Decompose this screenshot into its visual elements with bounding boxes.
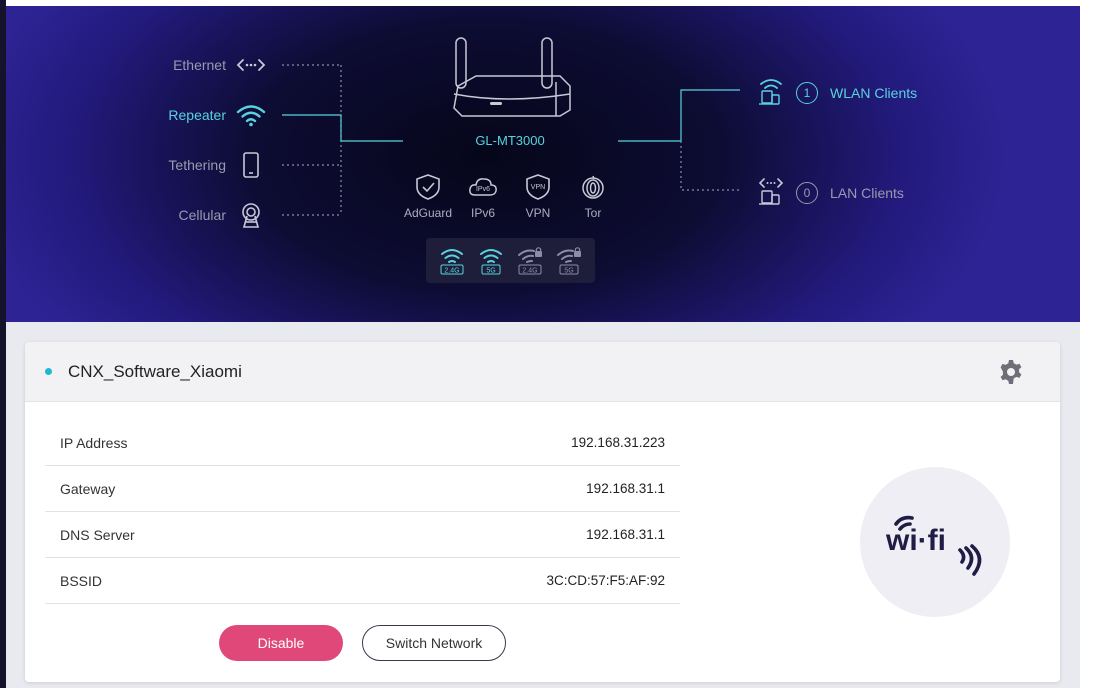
wifi-band-icon: 5G: [479, 248, 502, 274]
wan-cellular[interactable]: Cellular: [126, 200, 266, 230]
detail-value: 3C:CD:57:F5:AF:92: [546, 573, 665, 588]
wan-ethernet[interactable]: Ethernet: [126, 50, 266, 80]
detail-row-gateway: Gateway 192.168.31.1: [45, 466, 680, 512]
connection-status-dot: [45, 368, 52, 375]
disable-button[interactable]: Disable: [219, 625, 343, 661]
band-2-4g-off[interactable]: 2.4G: [515, 244, 545, 278]
repeater-connection-card: CNX_Software_Xiaomi IP Address 192.168.3…: [25, 342, 1060, 682]
wifi-logo: wi·fi: [860, 467, 1010, 617]
svg-text:2.4G: 2.4G: [444, 267, 459, 274]
detail-value: 192.168.31.1: [586, 481, 665, 496]
wan-cellular-label: Cellular: [178, 207, 226, 223]
detail-label: Gateway: [60, 480, 116, 497]
svg-text:5G: 5G: [486, 267, 495, 274]
service-adguard-label: AdGuard: [403, 206, 453, 220]
wlan-client-label: WLAN Clients: [830, 84, 918, 101]
wifi-band-icon: 2.4G: [440, 248, 464, 274]
svg-text:wi·fi: wi·fi: [885, 524, 946, 557]
lan-client-icon: [758, 176, 784, 209]
wifi-logo-icon: wi·fi: [885, 515, 982, 576]
ethernet-icon: [236, 50, 266, 80]
router-device-image: [446, 34, 576, 124]
detail-value: 192.168.31.223: [571, 435, 665, 450]
service-tor[interactable]: Tor: [565, 172, 621, 220]
switch-network-button[interactable]: Switch Network: [362, 625, 506, 661]
wan-tethering-label: Tethering: [168, 157, 226, 173]
wlan-client-icon: [758, 76, 784, 109]
service-adguard[interactable]: AdGuard: [400, 172, 456, 220]
network-topology-panel: Ethernet Repeater Tethering Cellular GL-…: [6, 6, 1080, 322]
detail-label: DNS Server: [60, 526, 135, 543]
tor-onion-icon: [565, 172, 621, 202]
svg-text:5G: 5G: [565, 267, 574, 274]
band-2-4g-on[interactable]: 2.4G: [437, 244, 467, 278]
ipv6-cloud-icon: IPv6: [455, 172, 511, 202]
service-ipv6[interactable]: IPv6 IPv6: [455, 172, 511, 220]
service-vpn-label: VPN: [525, 206, 551, 220]
band-5g-off[interactable]: 5G: [554, 244, 584, 278]
wifi-bands-toolbar: 2.4G 5G 2.4G 5G: [426, 238, 595, 283]
lan-client-count: 0: [796, 181, 818, 204]
adguard-shield-icon: [400, 172, 456, 202]
wlan-client-count: 1: [796, 81, 818, 104]
phone-icon: [236, 150, 266, 180]
right-scroll-gutter: [1080, 6, 1097, 688]
band-5g-on[interactable]: 5G: [476, 244, 506, 278]
detail-label: BSSID: [60, 572, 103, 589]
connection-details: IP Address 192.168.31.223 Gateway 192.16…: [45, 420, 680, 604]
wifi-band-off-icon: 2.4G: [518, 246, 543, 274]
wan-ethernet-label: Ethernet: [173, 57, 226, 73]
lan-clients[interactable]: 0 LAN Clients: [758, 176, 904, 209]
service-ipv6-label: IPv6: [470, 206, 495, 220]
wlan-clients[interactable]: 1 WLAN Clients: [758, 76, 917, 109]
detail-value: 192.168.31.1: [586, 527, 665, 542]
device-name: GL-MT3000: [475, 133, 545, 148]
service-vpn[interactable]: VPN VPN: [510, 172, 566, 220]
wan-repeater[interactable]: Repeater: [126, 100, 266, 130]
wan-repeater-label: Repeater: [168, 107, 226, 123]
connected-ssid: CNX_Software_Xiaomi: [68, 361, 242, 381]
detail-label: IP Address: [60, 434, 128, 451]
wifi-icon: [236, 100, 266, 130]
wan-tethering[interactable]: Tethering: [126, 150, 266, 180]
vpn-shield-icon: VPN: [510, 172, 566, 202]
svg-text:VPN: VPN: [531, 184, 545, 191]
lan-client-label: LAN Clients: [830, 184, 904, 201]
svg-text:2.4G: 2.4G: [523, 267, 538, 274]
detail-row-dns: DNS Server 192.168.31.1: [45, 512, 680, 558]
wifi-band-off-icon: 5G: [557, 246, 582, 274]
service-tor-label: Tor: [584, 206, 602, 220]
gear-icon[interactable]: [998, 359, 1024, 385]
cellular-icon: [236, 200, 266, 230]
card-header: CNX_Software_Xiaomi: [25, 342, 1060, 402]
detail-row-ip: IP Address 192.168.31.223: [45, 420, 680, 466]
detail-row-bssid: BSSID 3C:CD:57:F5:AF:92: [45, 558, 680, 604]
svg-text:IPv6: IPv6: [476, 186, 490, 193]
